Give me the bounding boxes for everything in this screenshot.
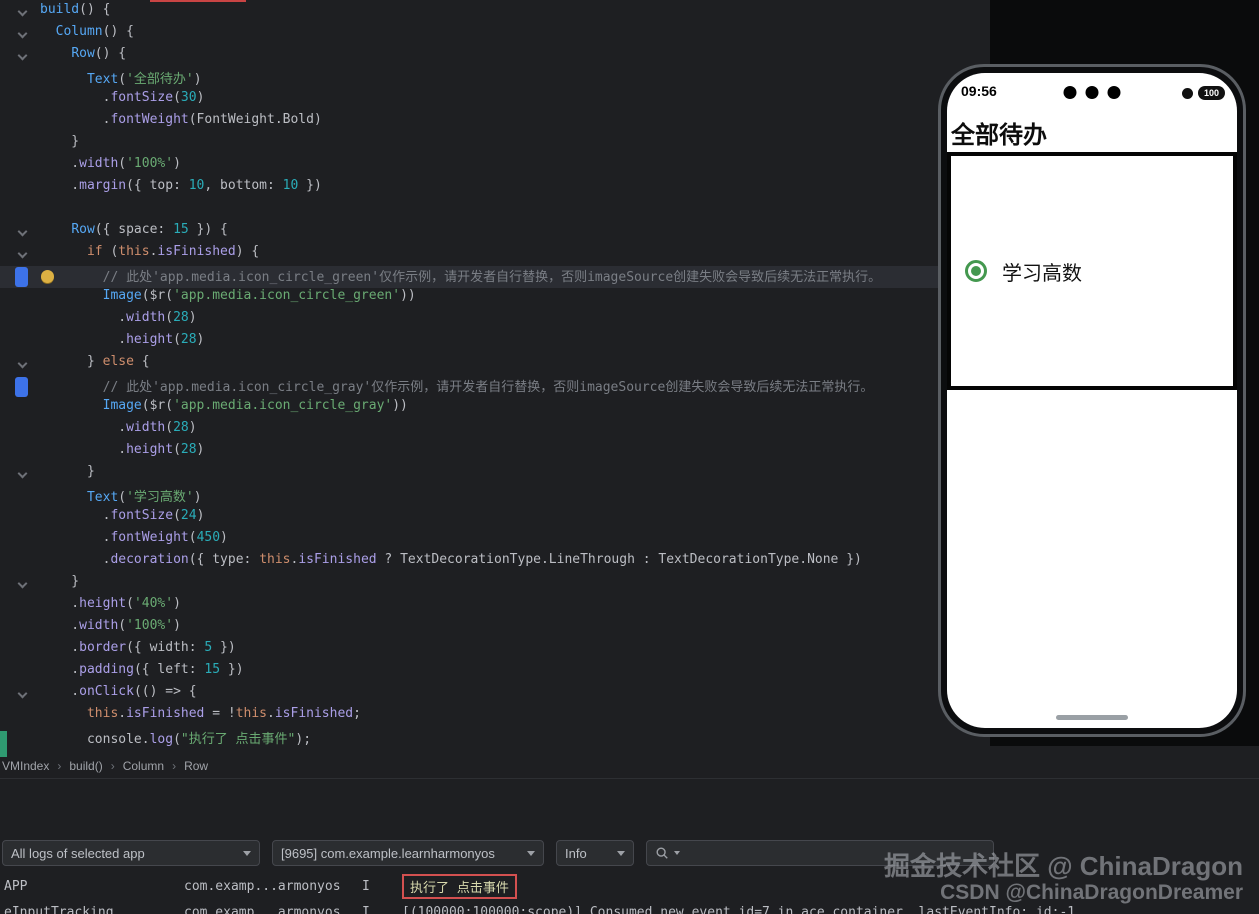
log-process-value: [9695] com.example.learnharmonyos: [281, 845, 495, 861]
breadcrumb-item-build[interactable]: build(): [69, 759, 102, 773]
gutter: [0, 0, 38, 755]
watermark: 掘金技术社区 @ ChinaDragon CSDN @ChinaDragonDr…: [884, 852, 1243, 905]
ide-window: build() { Column() { Row() { Text('全部待办'…: [0, 0, 1259, 914]
fold-chevron-icon[interactable]: [17, 358, 28, 369]
editor-gutter-marker: [15, 267, 28, 287]
log-scope-value: All logs of selected app: [11, 845, 145, 861]
chevron-right-icon: ›: [57, 759, 62, 773]
chevron-down-icon: [527, 850, 535, 856]
fold-chevron-icon[interactable]: [17, 226, 28, 237]
search-icon: [656, 847, 668, 859]
todo-row[interactable]: 学习高数: [951, 156, 1233, 386]
log-tag: APP: [4, 878, 28, 894]
log-scope-dropdown[interactable]: All logs of selected app: [2, 840, 260, 866]
log-process: com.examp...armonyos: [184, 878, 341, 894]
fold-chevron-icon[interactable]: [17, 468, 28, 479]
status-bar-right: 100: [1181, 86, 1225, 100]
chevron-down-icon: [243, 850, 251, 856]
phone-screen: 09:56 100 全部待办 学习高数: [947, 73, 1237, 728]
fold-chevron-icon[interactable]: [17, 248, 28, 259]
log-process-dropdown[interactable]: [9695] com.example.learnharmonyos: [272, 840, 544, 866]
log-tag: eInputTracking: [4, 904, 114, 914]
todo-finished-dot: [971, 266, 981, 276]
camera-dot-icon: [1063, 86, 1077, 99]
log-message: [(100000:100000:scope)] Consumed new eve…: [402, 904, 1076, 914]
intention-bulb-icon[interactable]: [41, 270, 54, 283]
log-level-value: Info: [565, 845, 587, 861]
chevron-right-icon: ›: [172, 759, 177, 773]
breadcrumb-item-vmindex[interactable]: VMIndex: [2, 759, 49, 773]
fold-chevron-icon[interactable]: [17, 688, 28, 699]
todo-item-box[interactable]: 学习高数: [947, 152, 1237, 390]
fold-chevron-icon[interactable]: [17, 578, 28, 589]
todo-label: 学习高数: [1002, 262, 1082, 285]
log-level: I: [362, 878, 370, 894]
search-history-chevron-icon: [674, 851, 680, 855]
home-indicator-bar: [1056, 715, 1128, 720]
breadcrumb-item-row[interactable]: Row: [184, 759, 208, 773]
editor-gutter-marker: [15, 377, 28, 397]
fold-chevron-icon[interactable]: [17, 28, 28, 39]
watermark-line2: CSDN @ChinaDragonDreamer: [940, 881, 1243, 904]
app-page-title: 全部待办: [951, 122, 1047, 149]
watermark-line1: 掘金技术社区 @ ChinaDragon: [883, 851, 1243, 881]
breadcrumb: VMIndex › build() › Column › Row: [0, 755, 990, 777]
hilog-toolbar: All logs of selected app [9695] com.exam…: [2, 840, 994, 866]
log-level: I: [362, 904, 370, 914]
chevron-down-icon: [617, 850, 625, 856]
todo-finished-circle-icon[interactable]: [965, 260, 987, 282]
log-message-highlighted: 执行了 点击事件: [402, 873, 517, 899]
phone-frame: 09:56 100 全部待办 学习高数: [938, 64, 1246, 737]
fold-chevron-icon[interactable]: [17, 50, 28, 61]
bluetooth-icon: [1181, 87, 1193, 99]
battery-indicator: 100: [1197, 86, 1225, 100]
camera-dot-icon: [1085, 86, 1099, 99]
chevron-right-icon: ›: [110, 759, 115, 773]
log-process: com.examp...armonyos: [184, 904, 341, 914]
camera-dot-icon: [1107, 86, 1121, 99]
fold-chevron-icon[interactable]: [17, 6, 28, 17]
log-level-dropdown[interactable]: Info: [556, 840, 634, 866]
breadcrumb-item-column[interactable]: Column: [123, 759, 164, 773]
status-bar-time: 09:56: [961, 83, 997, 99]
camera-cutout-icons: [1063, 86, 1121, 99]
phone-preview: 09:56 100 全部待办 学习高数: [938, 64, 1246, 737]
panel-divider: [0, 778, 1259, 779]
